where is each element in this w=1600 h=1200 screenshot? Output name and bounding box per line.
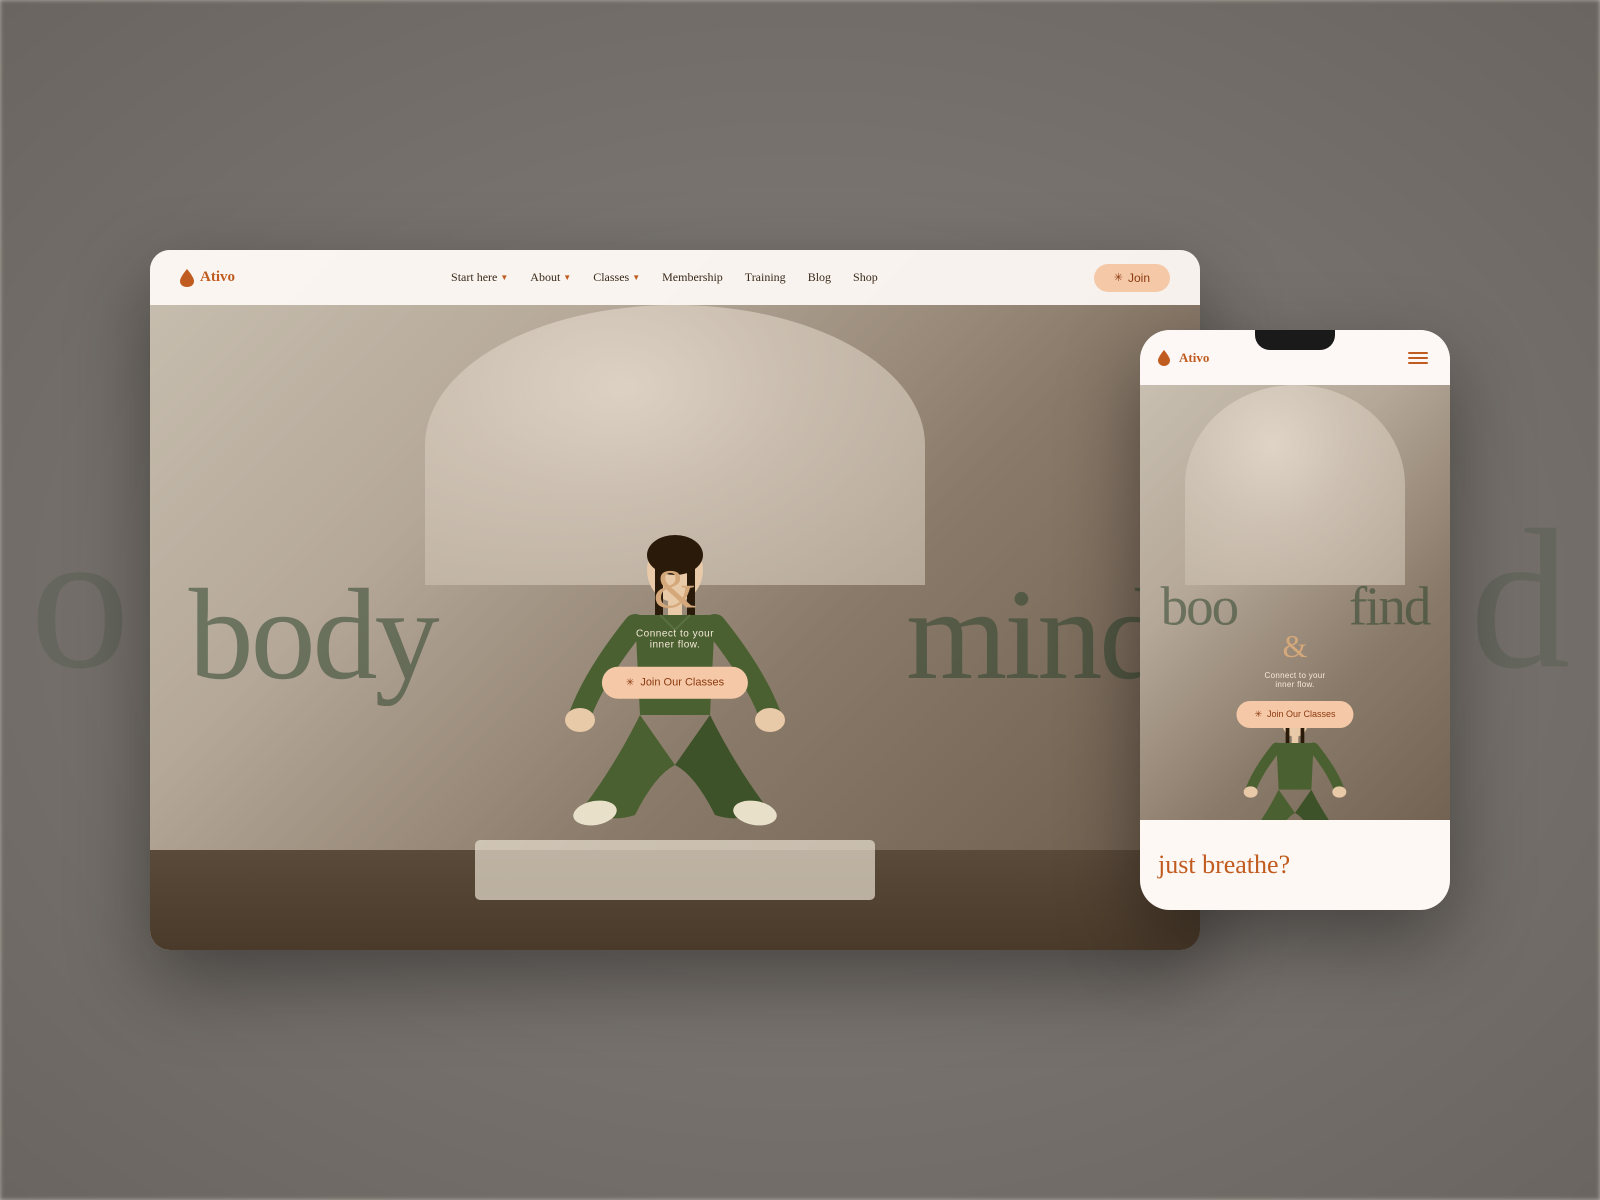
hamburger-line-3 — [1408, 362, 1428, 364]
mobile-sun-icon: ✳ — [1254, 709, 1262, 720]
nav-link-about[interactable]: About ▼ — [530, 270, 571, 285]
mobile-logo-text: Ativo — [1179, 350, 1209, 366]
sun-icon-cta: ✳ — [626, 677, 634, 688]
desktop-hero: body mind — [150, 250, 1200, 950]
nav-link-shop[interactable]: Shop — [853, 270, 878, 285]
hero-body-text: body — [189, 563, 437, 707]
nav-link-blog[interactable]: Blog — [808, 270, 831, 285]
mobile-hero-subtitle: Connect to your inner flow. — [1236, 671, 1353, 689]
desktop-navbar: Ativo Start here ▼ About ▼ Classes ▼ Mem… — [150, 250, 1200, 305]
mobile-marble-wall — [1185, 385, 1405, 585]
mobile-menu-button[interactable] — [1404, 348, 1432, 368]
desktop-mockup: Ativo Start here ▼ About ▼ Classes ▼ Mem… — [150, 250, 1200, 950]
mobile-hero-big-text: boo find — [1140, 578, 1450, 633]
nav-link-start-here[interactable]: Start here ▼ — [451, 270, 508, 285]
desktop-hero-center: & Connect to your inner flow. ✳ Join Our… — [602, 558, 748, 699]
hero-mind-text: mind — [906, 563, 1161, 707]
scene-container: Ativo Start here ▼ About ▼ Classes ▼ Mem… — [150, 250, 1450, 950]
desktop-logo-text: Ativo — [200, 269, 235, 286]
mobile-logo-droplet-icon — [1158, 350, 1170, 366]
nav-link-training[interactable]: Training — [745, 270, 786, 285]
desktop-logo[interactable]: Ativo — [180, 269, 235, 287]
mobile-hero-ampersand: & — [1236, 628, 1353, 665]
desktop-join-classes-button[interactable]: ✳ Join Our Classes — [602, 667, 748, 699]
hamburger-line-2 — [1408, 357, 1428, 359]
desktop-join-button[interactable]: ✳ Join — [1094, 264, 1170, 292]
mobile-cursive-text: just breathe? — [1158, 850, 1290, 880]
nav-link-membership[interactable]: Membership — [662, 270, 723, 285]
desktop-hero-subtitle: Connect to your inner flow. — [602, 629, 748, 651]
mobile-bottom-section: just breathe? — [1140, 820, 1450, 910]
chevron-down-icon: ▼ — [563, 273, 571, 282]
nav-link-classes[interactable]: Classes ▼ — [593, 270, 640, 285]
desktop-hero-ampersand: & — [602, 558, 748, 621]
mobile-logo[interactable]: Ativo — [1158, 350, 1209, 366]
chevron-down-icon: ▼ — [500, 273, 508, 282]
chevron-down-icon: ▼ — [632, 273, 640, 282]
desktop-nav-links: Start here ▼ About ▼ Classes ▼ Membershi… — [235, 270, 1094, 285]
mobile-join-classes-button[interactable]: ✳ Join Our Classes — [1236, 701, 1353, 728]
sun-icon: ✳ — [1114, 271, 1123, 284]
logo-droplet-icon — [180, 269, 194, 287]
mobile-mockup: Ativo boo find — [1140, 330, 1450, 910]
hamburger-line-1 — [1408, 352, 1428, 354]
mobile-hero-center: & Connect to your inner flow. ✳ Join Our… — [1236, 628, 1353, 728]
mobile-notch — [1255, 330, 1335, 350]
